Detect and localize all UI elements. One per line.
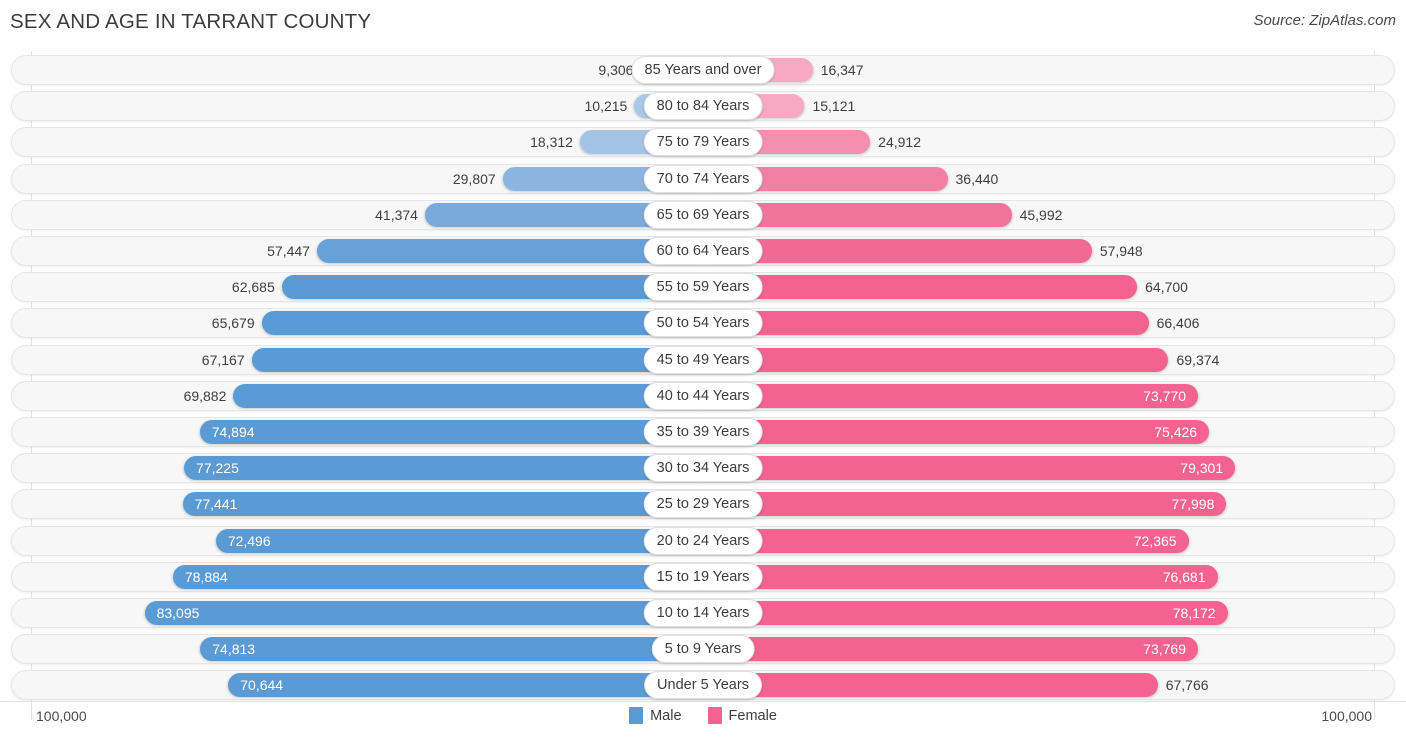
male-bar[interactable] <box>281 275 703 300</box>
female-value-label: 72,365 <box>1133 532 1177 549</box>
age-group-row[interactable]: 77,441 77,998 25 to 29 Years <box>11 489 1395 520</box>
age-group-label[interactable]: 85 Years and over <box>631 56 775 84</box>
age-group-label[interactable]: 35 to 39 Years <box>643 418 763 446</box>
male-value-label: 67,167 <box>201 351 245 368</box>
chart-footer: 100,000 100,000 Male Female <box>0 701 1406 740</box>
female-value-label: 64,700 <box>1145 279 1188 296</box>
age-group-label[interactable]: 30 to 34 Years <box>643 454 763 483</box>
female-value-label: 69,374 <box>1176 351 1220 368</box>
age-group-label[interactable]: 5 to 9 Years <box>651 635 755 664</box>
female-value-label: 16,347 <box>820 62 864 78</box>
female-value-label: 57,948 <box>1099 243 1143 259</box>
age-group-label[interactable]: 25 to 29 Years <box>643 490 763 519</box>
age-group-row[interactable]: 69,882 73,770 40 to 44 Years <box>11 380 1395 411</box>
age-group-row[interactable]: 9,306 16,347 85 Years and over <box>11 55 1395 85</box>
female-value-label: 66,406 <box>1156 315 1200 332</box>
male-value-label: 65,679 <box>211 315 255 332</box>
age-group-label[interactable]: 75 to 79 Years <box>643 128 763 157</box>
male-value-label: 62,685 <box>231 279 275 296</box>
age-group-row[interactable]: 18,312 24,912 75 to 79 Years <box>11 127 1395 158</box>
female-bar[interactable] <box>703 311 1149 336</box>
age-group-label[interactable]: 60 to 64 Years <box>643 237 763 265</box>
legend-item-female[interactable]: Female <box>707 707 777 724</box>
legend-swatch-female-icon <box>707 707 722 724</box>
source-attribution: Source: ZipAtlas.com <box>1253 12 1396 29</box>
age-group-label[interactable]: 45 to 49 Years <box>643 345 763 374</box>
female-value-label: 79,301 <box>1180 460 1224 477</box>
female-value-label: 75,426 <box>1154 424 1198 440</box>
chart-legend: Male Female <box>0 707 1406 724</box>
age-group-row[interactable]: 70,644 67,766 Under 5 Years <box>11 670 1395 701</box>
age-group-label[interactable]: 55 to 59 Years <box>643 273 763 302</box>
age-group-label[interactable]: 70 to 74 Years <box>643 164 763 193</box>
female-value-label: 45,992 <box>1019 206 1063 223</box>
female-bar[interactable] <box>703 275 1138 300</box>
male-value-label: 70,644 <box>240 677 284 694</box>
female-bar[interactable] <box>703 347 1169 372</box>
chart-page: SEX AND AGE IN TARRANT COUNTY Source: Zi… <box>0 0 1406 740</box>
age-group-row[interactable]: 72,496 72,365 20 to 24 Years <box>11 525 1395 556</box>
female-value-label: 73,770 <box>1143 387 1186 404</box>
legend-item-male[interactable]: Male <box>629 707 682 724</box>
age-group-row[interactable]: 74,894 75,426 35 to 39 Years <box>11 417 1395 447</box>
female-value-label: 15,121 <box>812 98 856 115</box>
male-bar[interactable] <box>251 347 703 372</box>
female-value-label: 24,912 <box>878 134 921 151</box>
female-value-label: 76,681 <box>1162 568 1206 585</box>
legend-swatch-male-icon <box>629 707 644 724</box>
female-value-label: 77,998 <box>1171 496 1215 513</box>
male-bar[interactable] <box>228 673 703 698</box>
age-group-row[interactable]: 29,807 36,440 70 to 74 Years <box>11 163 1395 194</box>
age-group-row[interactable]: 62,685 64,700 55 to 59 Years <box>11 272 1395 303</box>
male-value-label: 41,374 <box>375 206 418 223</box>
page-title: SEX AND AGE IN TARRANT COUNTY <box>10 10 372 33</box>
population-pyramid-plot: 9,306 16,347 85 Years and over 10,215 15,121… <box>0 51 1406 701</box>
female-value-label: 73,769 <box>1143 641 1186 658</box>
age-group-label[interactable]: 80 to 84 Years <box>643 92 763 121</box>
female-value-label: 67,766 <box>1165 677 1209 694</box>
male-value-label: 18,312 <box>530 134 573 151</box>
age-group-row[interactable]: 57,447 57,948 60 to 64 Years <box>11 236 1395 266</box>
age-group-label[interactable]: 50 to 54 Years <box>643 309 763 338</box>
male-bar[interactable] <box>261 311 703 336</box>
age-group-row[interactable]: 10,215 15,121 80 to 84 Years <box>11 91 1395 122</box>
male-value-label: 10,215 <box>584 98 628 115</box>
legend-label-female: Female <box>728 707 777 724</box>
female-value-label: 78,172 <box>1172 605 1216 621</box>
male-value-label: 9,306 <box>598 62 634 78</box>
age-group-label[interactable]: 40 to 44 Years <box>643 381 763 410</box>
age-group-label[interactable]: 65 to 69 Years <box>643 200 763 229</box>
legend-label-male: Male <box>650 707 682 724</box>
female-value-label: 36,440 <box>955 170 999 187</box>
age-group-row[interactable]: 83,095 78,172 10 to 14 Years <box>11 598 1395 628</box>
male-value-label: 29,807 <box>452 170 496 187</box>
age-group-label[interactable]: 20 to 24 Years <box>643 526 763 555</box>
age-group-row[interactable]: 74,813 73,769 5 to 9 Years <box>11 634 1395 665</box>
age-group-label[interactable]: 10 to 14 Years <box>643 599 763 627</box>
age-group-row[interactable]: 65,679 66,406 50 to 54 Years <box>11 308 1395 339</box>
age-group-row[interactable]: 67,167 69,374 45 to 49 Years <box>11 344 1395 375</box>
age-group-label[interactable]: 15 to 19 Years <box>643 562 763 591</box>
age-group-row[interactable]: 78,884 76,681 15 to 19 Years <box>11 561 1395 592</box>
age-group-row[interactable]: 41,374 45,992 65 to 69 Years <box>11 199 1395 230</box>
male-value-label: 57,447 <box>267 243 310 259</box>
age-group-label[interactable]: Under 5 Years <box>644 671 762 700</box>
female-bar[interactable] <box>703 673 1158 698</box>
age-group-row[interactable]: 77,225 79,301 30 to 34 Years <box>11 453 1395 484</box>
